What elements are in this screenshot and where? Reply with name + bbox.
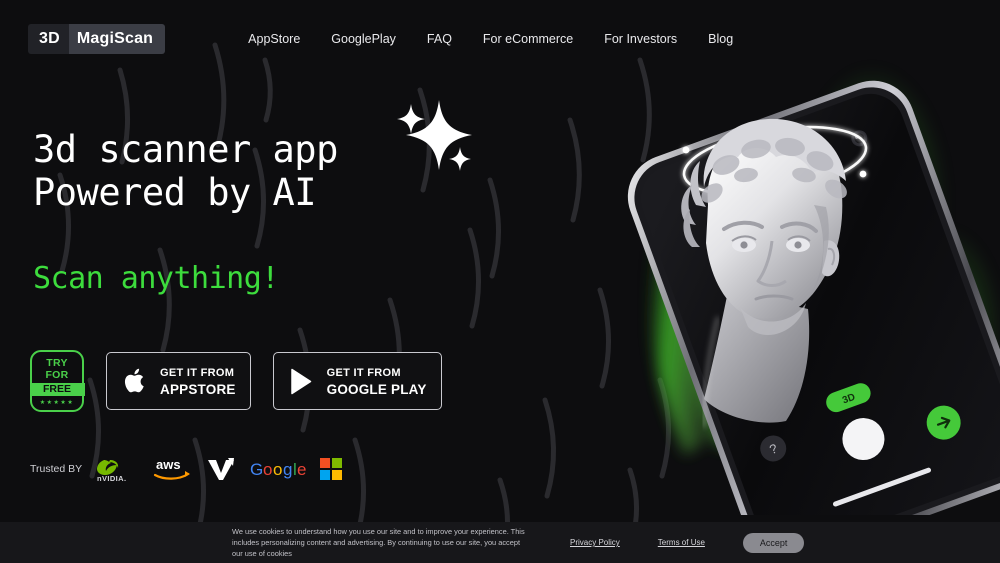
googleplay-button-top: GET IT FROM bbox=[326, 367, 401, 380]
try-badge-free: FREE bbox=[29, 383, 85, 396]
google-logo: G o o g l e bbox=[250, 456, 306, 482]
terms-of-use-link[interactable]: Terms of Use bbox=[658, 538, 705, 547]
nav-item-for-investors[interactable]: For Investors bbox=[604, 32, 677, 46]
google-play-icon bbox=[288, 368, 316, 395]
nvidia-logo: nVIDIA. bbox=[96, 456, 138, 482]
main-navigation: AppStore GooglePlay FAQ For eCommerce Fo… bbox=[248, 32, 733, 46]
googleplay-button-text: GET IT FROM GOOGLE PLAY bbox=[327, 363, 427, 399]
cookie-banner: We use cookies to understand how you use… bbox=[0, 522, 1000, 563]
site-header: 3D MagiScan AppStore GooglePlay FAQ For … bbox=[0, 0, 1000, 78]
cookie-banner-text: We use cookies to understand how you use… bbox=[232, 526, 525, 559]
nav-item-appstore[interactable]: AppStore bbox=[248, 32, 300, 46]
appstore-button-top: GET IT FROM bbox=[160, 367, 235, 380]
appstore-button[interactable]: GET IT FROM APPSTORE bbox=[106, 352, 251, 410]
landing-page: 3D MagiScan AppStore GooglePlay FAQ For … bbox=[0, 0, 1000, 563]
cta-row: TRY FOR FREE ★★★★★ GET IT FROM APPSTORE bbox=[29, 350, 442, 412]
nav-item-faq[interactable]: FAQ bbox=[427, 32, 452, 46]
try-badge-stars: ★★★★★ bbox=[39, 400, 75, 406]
trusted-by-label: Trusted BY bbox=[30, 463, 83, 475]
logo-name: MagiScan bbox=[68, 24, 166, 54]
accept-cookies-button[interactable]: Accept bbox=[742, 532, 805, 553]
hero-copy: 3d scanner app Powered by AI Scan anythi… bbox=[33, 128, 503, 296]
logo[interactable]: 3D MagiScan bbox=[28, 24, 166, 54]
appstore-button-text: GET IT FROM APPSTORE bbox=[160, 363, 236, 399]
googleplay-button[interactable]: GET IT FROM GOOGLE PLAY bbox=[272, 352, 442, 410]
aws-logo: aws bbox=[152, 456, 192, 482]
svg-text:o: o bbox=[273, 460, 282, 479]
logo-prefix: 3D bbox=[28, 24, 69, 54]
nav-item-for-ecommerce[interactable]: For eCommerce bbox=[483, 32, 573, 46]
microsoft-logo bbox=[320, 456, 343, 482]
try-badge-line2: FOR bbox=[45, 369, 69, 381]
try-for-free-badge[interactable]: TRY FOR FREE ★★★★★ bbox=[29, 350, 85, 412]
try-badge-line1: TRY bbox=[46, 357, 68, 369]
googleplay-button-bottom: GOOGLE PLAY bbox=[326, 382, 427, 397]
hero-artwork: ? 3D bbox=[627, 80, 1000, 515]
svg-text:g: g bbox=[283, 460, 292, 479]
nav-item-blog[interactable]: Blog bbox=[708, 32, 733, 46]
svg-text:aws: aws bbox=[156, 457, 181, 472]
svg-text:e: e bbox=[297, 460, 306, 479]
trusted-by-strip: Trusted BY nVIDIA. aws G o o g l e bbox=[30, 456, 343, 482]
nav-item-googleplay[interactable]: GooglePlay bbox=[331, 32, 396, 46]
hero-subline: Scan anything! bbox=[33, 260, 279, 296]
apple-icon bbox=[121, 367, 149, 395]
svg-text:o: o bbox=[263, 460, 272, 479]
appstore-button-bottom: APPSTORE bbox=[160, 382, 236, 397]
svg-text:nVIDIA.: nVIDIA. bbox=[97, 474, 126, 482]
privacy-policy-link[interactable]: Privacy Policy bbox=[570, 538, 620, 547]
hero-headline-line1: 3d scanner app bbox=[33, 128, 338, 171]
v-logo bbox=[206, 456, 236, 482]
hero-headline-line2: Powered by AI bbox=[33, 171, 317, 215]
svg-text:G: G bbox=[250, 460, 263, 479]
